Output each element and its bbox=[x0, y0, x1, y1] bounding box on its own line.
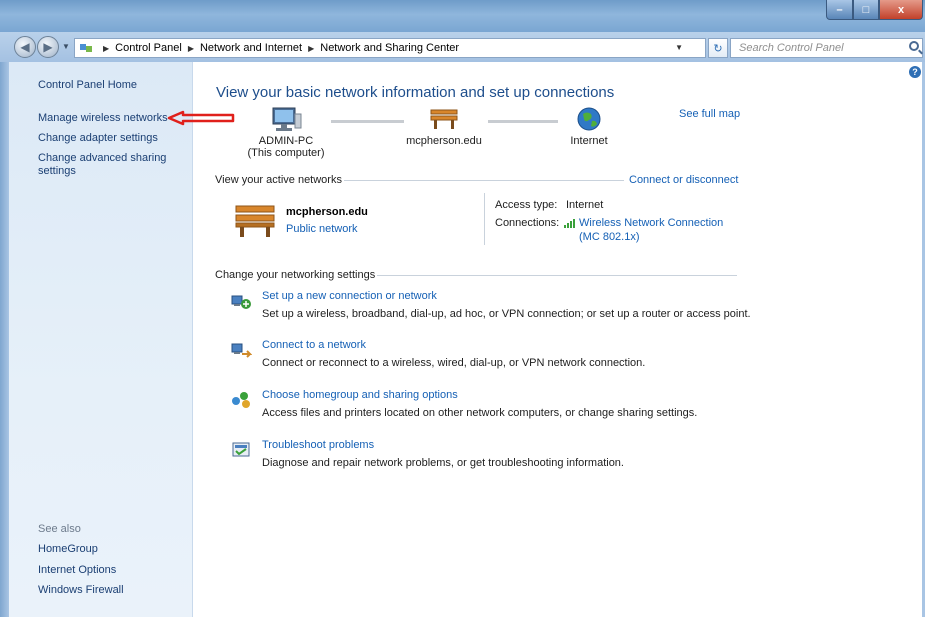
sidebar-manage-wireless-networks[interactable]: Manage wireless networks bbox=[38, 112, 168, 124]
wireless-connection-link[interactable]: Wireless Network Connection bbox=[579, 217, 723, 229]
setup-new-connection-link[interactable]: Set up a new connection or network bbox=[262, 290, 437, 302]
active-networks-heading: View your active networks bbox=[215, 174, 342, 186]
map-internet-label: Internet bbox=[570, 135, 608, 147]
breadcrumb-separator-icon[interactable]: ▶ bbox=[103, 44, 109, 53]
main-content: View your basic network information and … bbox=[194, 62, 922, 617]
computer-icon bbox=[272, 107, 302, 131]
see-also-windows-firewall[interactable]: Windows Firewall bbox=[38, 584, 124, 596]
minimize-button[interactable]: – bbox=[826, 0, 853, 20]
sidebar-control-panel-home[interactable]: Control Panel Home bbox=[38, 79, 137, 91]
computer-sub: (This computer) bbox=[247, 147, 325, 159]
globe-icon bbox=[577, 107, 601, 131]
window-frame-left bbox=[0, 62, 9, 617]
connect-or-disconnect-link[interactable]: Connect or disconnect bbox=[629, 174, 738, 186]
troubleshoot-icon bbox=[232, 442, 250, 457]
search-input[interactable]: Search Control Panel bbox=[730, 38, 923, 58]
change-settings-heading: Change your networking settings bbox=[215, 269, 376, 281]
breadcrumb-network-sharing-center[interactable]: Network and Sharing Center bbox=[320, 42, 459, 54]
map-node-internet[interactable]: Internet bbox=[554, 106, 624, 147]
breadcrumb-network-and-internet[interactable]: Network and Internet bbox=[200, 42, 302, 54]
search-icon[interactable] bbox=[909, 41, 919, 51]
connect-to-network-link[interactable]: Connect to a network bbox=[262, 339, 366, 351]
sidebar-change-adapter-settings[interactable]: Change adapter settings bbox=[38, 132, 158, 144]
address-bar[interactable]: ▶ Control Panel ▶ Network and Internet ▶… bbox=[74, 38, 706, 58]
vertical-divider bbox=[484, 193, 485, 245]
map-connector bbox=[488, 120, 558, 123]
bench-network-icon bbox=[235, 205, 275, 237]
map-node-computer[interactable]: ADMIN-PC (This computer) bbox=[246, 106, 326, 159]
breadcrumb-control-panel[interactable]: Control Panel bbox=[115, 42, 182, 54]
troubleshoot-problems-desc: Diagnose and repair network problems, or… bbox=[262, 457, 624, 469]
forward-button[interactable]: ▶ bbox=[37, 36, 59, 58]
access-type-value: Internet bbox=[566, 199, 604, 211]
see-also-homegroup[interactable]: HomeGroup bbox=[38, 543, 98, 555]
public-network-link[interactable]: Public network bbox=[286, 223, 358, 235]
map-node-network[interactable]: mcpherson.edu bbox=[389, 106, 499, 147]
connect-to-network-desc: Connect or reconnect to a wireless, wire… bbox=[262, 357, 646, 369]
sidebar-change-advanced-sharing[interactable]: Change advanced sharing settings bbox=[38, 152, 178, 178]
refresh-button[interactable]: ↻ bbox=[708, 38, 728, 58]
wireless-connection-sub-link[interactable]: (MC 802.1x) bbox=[579, 231, 640, 243]
page-title: View your basic network information and … bbox=[216, 84, 615, 101]
breadcrumb-separator-icon[interactable]: ▶ bbox=[308, 44, 314, 53]
new-connection-icon bbox=[231, 295, 251, 309]
sidebar: Control Panel Home Manage wireless netwo… bbox=[9, 62, 193, 617]
back-arrow-icon: ◀ bbox=[20, 40, 30, 54]
section-divider bbox=[377, 275, 737, 276]
forward-arrow-icon: ▶ bbox=[43, 40, 53, 54]
see-also-internet-options[interactable]: Internet Options bbox=[38, 564, 116, 576]
address-toolbar: ◀ ▶ ▼ ▶ Control Panel ▶ Network and Inte… bbox=[0, 32, 925, 62]
access-type-label: Access type: bbox=[495, 199, 558, 211]
connections-label: Connections: bbox=[495, 217, 560, 229]
homegroup-icon bbox=[232, 392, 250, 408]
map-network-name: mcpherson.edu bbox=[406, 135, 482, 147]
wireless-signal-icon bbox=[564, 219, 575, 228]
breadcrumb-separator-icon[interactable]: ▶ bbox=[188, 44, 194, 53]
active-network-name: mcpherson.edu bbox=[286, 206, 368, 218]
back-button[interactable]: ◀ bbox=[14, 36, 36, 58]
bench-network-icon bbox=[430, 109, 458, 129]
homegroup-sharing-desc: Access files and printers located on oth… bbox=[262, 407, 698, 419]
see-full-map-link[interactable]: See full map bbox=[679, 108, 740, 120]
recent-pages-dropdown-icon[interactable]: ▼ bbox=[62, 42, 70, 51]
search-placeholder: Search Control Panel bbox=[739, 42, 844, 54]
see-also-label: See also bbox=[38, 523, 81, 535]
computer-name: ADMIN-PC bbox=[258, 135, 314, 147]
maximize-button[interactable]: □ bbox=[853, 0, 879, 20]
homegroup-sharing-link[interactable]: Choose homegroup and sharing options bbox=[262, 389, 458, 401]
address-dropdown-icon[interactable]: ▼ bbox=[675, 43, 683, 52]
control-panel-icon bbox=[79, 42, 93, 54]
setup-new-connection-desc: Set up a wireless, broadband, dial-up, a… bbox=[262, 308, 751, 320]
window-controls: – □ x bbox=[826, 0, 923, 20]
refresh-icon: ↻ bbox=[713, 42, 723, 55]
section-divider bbox=[344, 180, 624, 181]
connect-network-icon bbox=[231, 343, 252, 358]
title-bar: – □ x bbox=[0, 0, 925, 32]
close-button[interactable]: x bbox=[879, 0, 923, 20]
troubleshoot-problems-link[interactable]: Troubleshoot problems bbox=[262, 439, 374, 451]
